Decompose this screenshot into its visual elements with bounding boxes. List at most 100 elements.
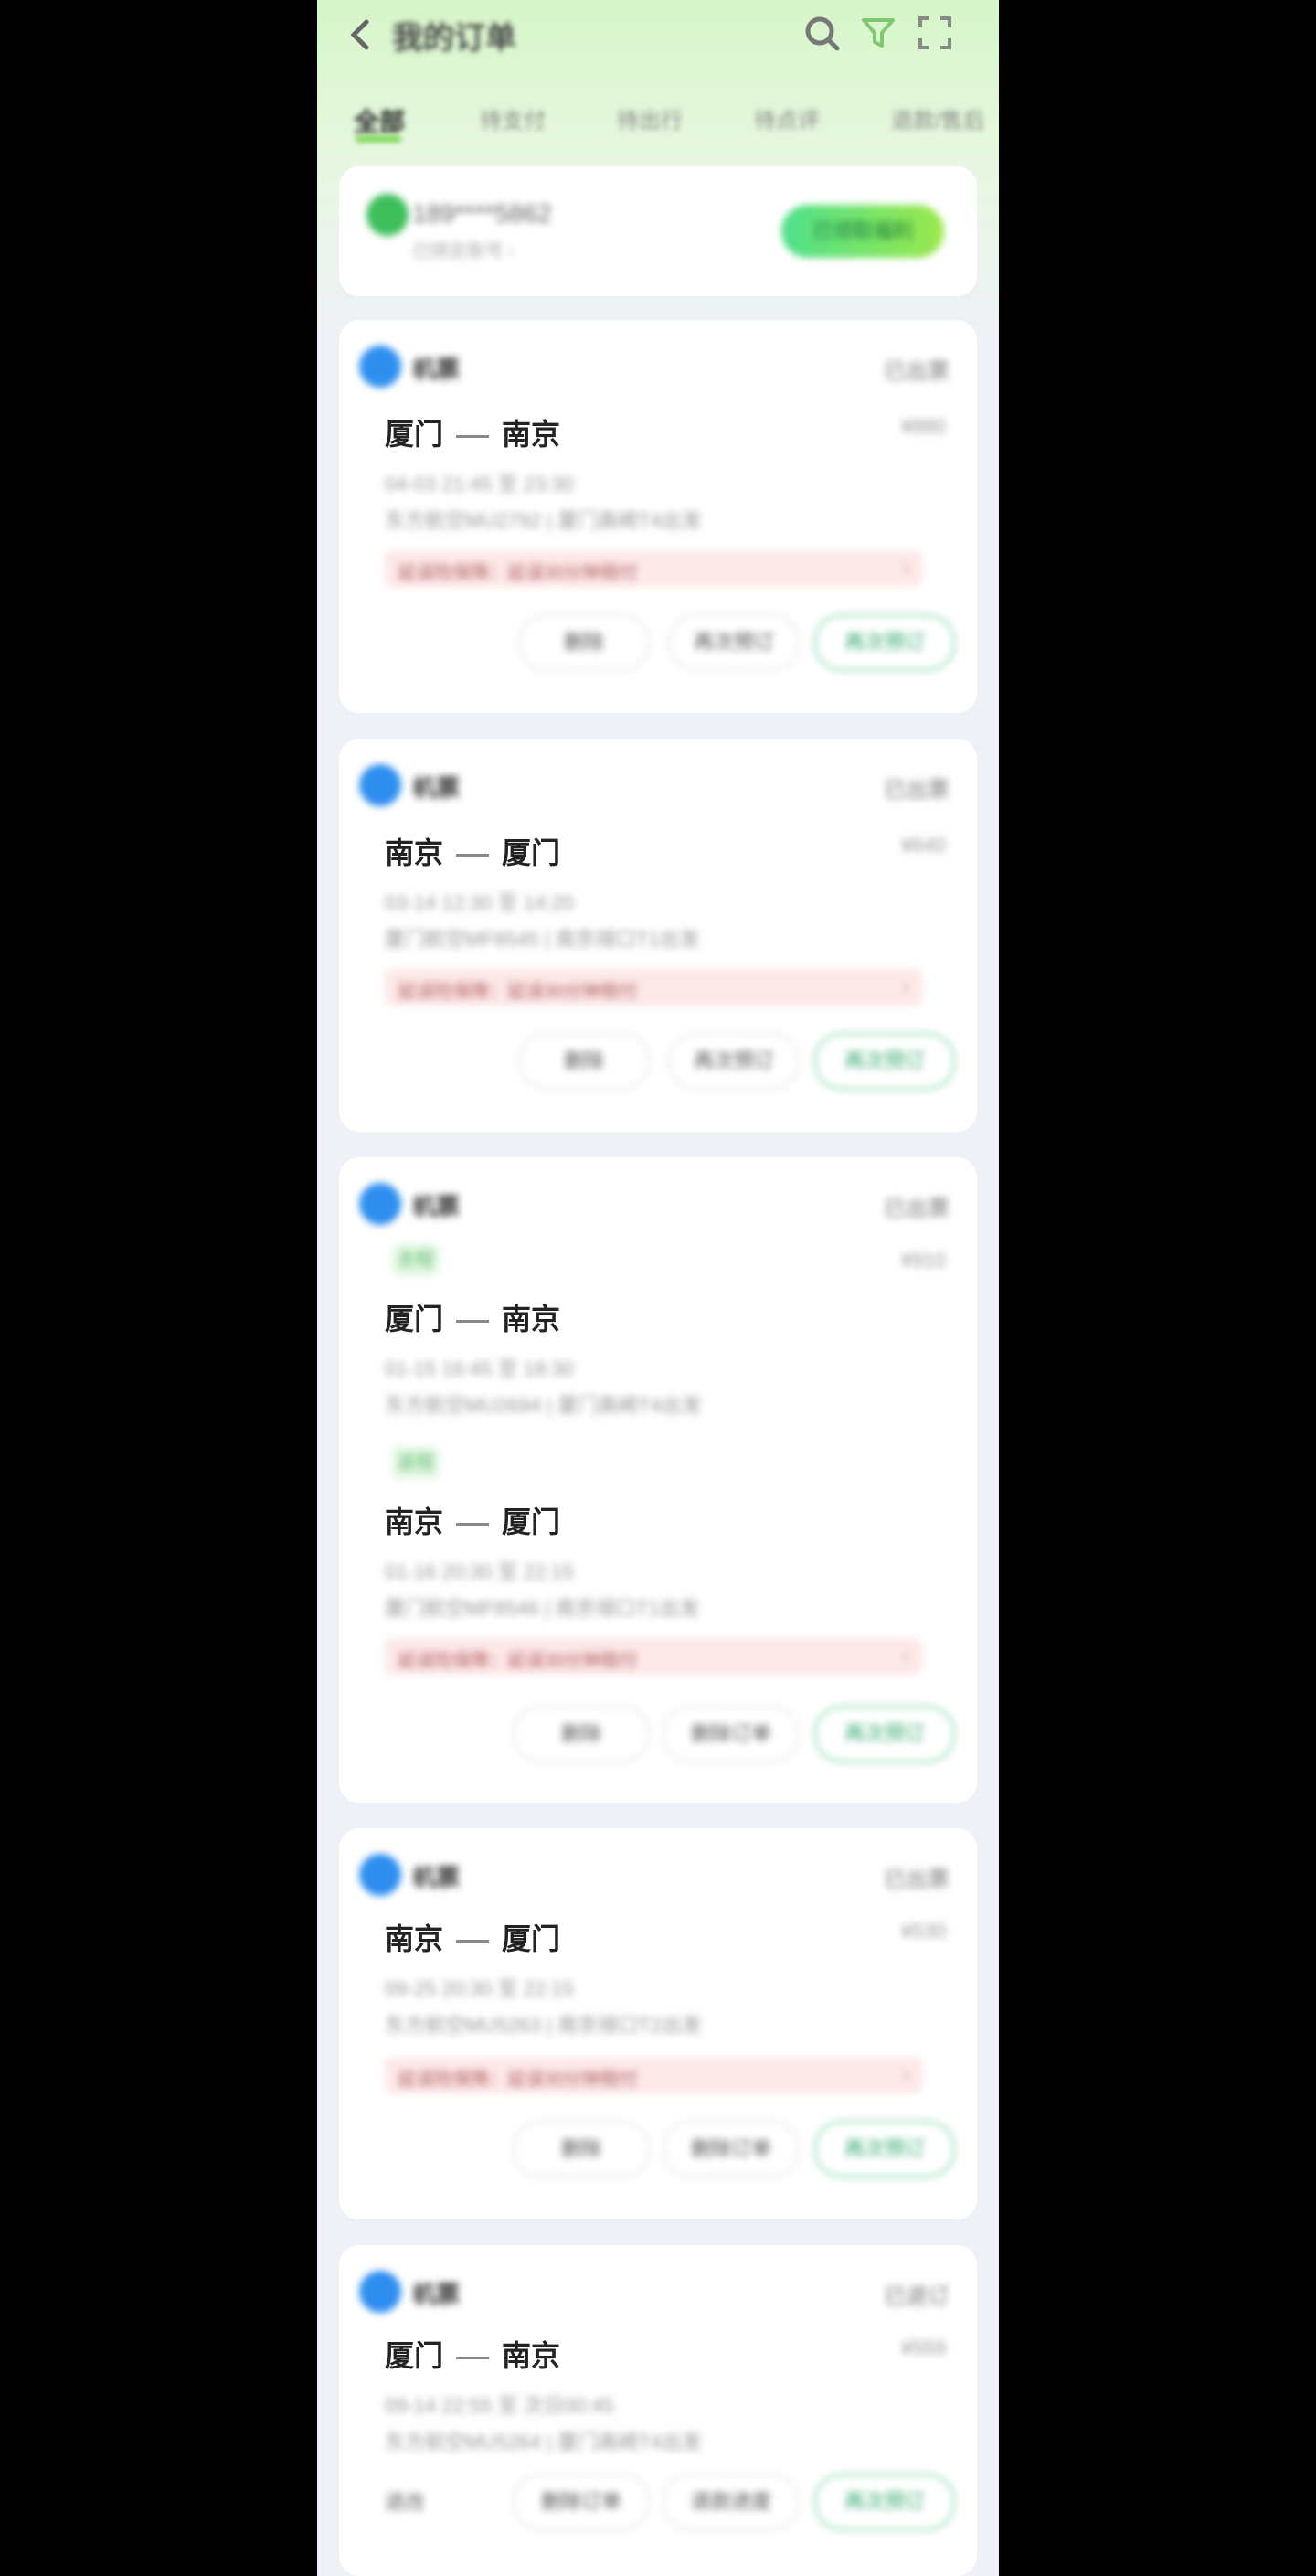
- secondary-button[interactable]: 再次预订: [668, 614, 800, 671]
- refund-progress-button[interactable]: 退款进度: [663, 2474, 800, 2530]
- order-card[interactable]: 机票 已出票 厦门 南京 ¥880 04-03 21:45 至 23:30 东方航…: [339, 320, 977, 713]
- secondary-button[interactable]: 再次预订: [668, 1033, 800, 1090]
- route: 厦门 南京: [385, 1296, 560, 1338]
- order-tabs: 全部 待支付 待出行 待点评 退款/售后: [317, 95, 999, 150]
- rebook-button[interactable]: 再次预订: [814, 1706, 955, 1762]
- rebook-button[interactable]: 再次预订: [814, 2121, 955, 2177]
- airline-icon: [359, 2271, 401, 2313]
- scan-icon[interactable]: [915, 13, 955, 53]
- route-arrow: [456, 854, 490, 857]
- insurance-alert-text: 延误险保障：延误30分钟赔付: [398, 2070, 638, 2090]
- order-card[interactable]: 机票 已出票 去程 ¥910 厦门 南京 01-15 16:45 至 18:30 …: [339, 1157, 977, 1803]
- airline-icon: [359, 1183, 401, 1225]
- route-arrow: [456, 2357, 490, 2360]
- destination-city: 厦门: [502, 1506, 561, 1538]
- leg-tag: 去程: [392, 1243, 440, 1276]
- order-status: 已退订: [884, 2284, 950, 2309]
- route: 南京 厦门: [385, 1499, 560, 1541]
- rebook-button[interactable]: 再次预订: [814, 2474, 955, 2530]
- route-arrow: [456, 1940, 490, 1943]
- order-brand: 机票: [412, 1193, 461, 1220]
- leg-tag: 返程: [392, 1446, 440, 1479]
- insurance-alert-text: 延误险保障：延误30分钟赔付: [398, 982, 638, 1002]
- delete-button[interactable]: 删除: [518, 614, 650, 671]
- filter-icon[interactable]: [858, 13, 898, 53]
- member-card[interactable]: 189****5862 已绑定账号 › 已领取福利: [339, 166, 977, 296]
- flight-time: 09-25 20:30 至 22:15: [385, 1977, 574, 2000]
- route: 厦门 南京: [385, 411, 560, 453]
- origin-city: 厦门: [385, 1303, 444, 1336]
- order-status: 已出票: [884, 359, 950, 384]
- delete-order-button[interactable]: 删除订单: [663, 1706, 800, 1762]
- origin-city: 厦门: [385, 2339, 444, 2372]
- chevron-right-icon: ›: [902, 2062, 909, 2085]
- route: 南京 厦门: [385, 1916, 560, 1958]
- order-status: 已出票: [884, 1197, 950, 1221]
- origin-city: 南京: [385, 836, 444, 869]
- tab-pending-travel[interactable]: 待出行: [617, 102, 683, 134]
- tab-refund[interactable]: 退款/售后: [891, 102, 985, 134]
- order-card[interactable]: 机票 已出票 南京 厦门 ¥530 09-25 20:30 至 22:15 东方航…: [339, 1828, 977, 2219]
- delete-button[interactable]: 删除: [513, 1706, 650, 1762]
- chevron-right-icon: ›: [902, 974, 909, 997]
- search-icon[interactable]: [801, 13, 842, 53]
- destination-city: 厦门: [502, 1922, 561, 1955]
- route: 厦门 南京: [385, 2333, 560, 2375]
- delete-button[interactable]: 删除: [513, 2121, 650, 2177]
- tab-pending-payment[interactable]: 待支付: [480, 102, 546, 134]
- flight-info: 东方航空MU5264 | 厦门高崎T4出发: [385, 2431, 702, 2454]
- route-arrow: [456, 435, 490, 439]
- flight-time: 09-14 22:55 至 次日00:45: [385, 2394, 614, 2417]
- flight-time: 03-14 12:30 至 14:20: [385, 891, 574, 914]
- insurance-alert[interactable]: 延误险保障：延误30分钟赔付 ›: [385, 969, 922, 1006]
- order-status: 已出票: [884, 778, 950, 803]
- insurance-alert-text: 延误险保障：延误30分钟赔付: [398, 563, 638, 583]
- insurance-alert[interactable]: 延误险保障：延误30分钟赔付 ›: [385, 1638, 922, 1675]
- destination-city: 厦门: [502, 836, 561, 869]
- order-price: ¥559: [901, 2336, 946, 2359]
- member-avatar-icon: [366, 194, 409, 236]
- route-arrow: [456, 1320, 490, 1324]
- order-brand: 机票: [412, 774, 461, 802]
- member-phone: 189****5862: [412, 199, 552, 228]
- origin-city: 南京: [385, 1922, 444, 1955]
- insurance-alert[interactable]: 延误险保障：延误30分钟赔付 ›: [385, 550, 922, 587]
- origin-city: 厦门: [385, 418, 444, 451]
- insurance-alert[interactable]: 延误险保障：延误30分钟赔付 ›: [385, 2057, 922, 2093]
- order-price: ¥910: [901, 1249, 946, 1272]
- member-benefit-button[interactable]: 已领取福利: [781, 205, 944, 258]
- flight-info: 厦门航空MF8546 | 南京禄口T1出发: [385, 1597, 700, 1620]
- change-policy-text: 退改: [385, 2491, 426, 2514]
- order-card[interactable]: 机票 已出票 南京 厦门 ¥640 03-14 12:30 至 14:20 厦门航…: [339, 739, 977, 1132]
- page-title: 我的订单: [392, 21, 516, 56]
- destination-city: 南京: [502, 2339, 561, 2372]
- flight-info: 东方航空MU2792 | 厦门高崎T4出发: [385, 509, 702, 532]
- phone-screen: 我的订单 全部 待支付 待出行 待点评 退款/售后 189****5862 已绑…: [317, 0, 999, 2576]
- origin-city: 南京: [385, 1506, 444, 1538]
- insurance-alert-text: 延误险保障：延误30分钟赔付: [398, 1651, 638, 1671]
- chevron-right-icon: ›: [902, 556, 909, 579]
- flight-time: 01-15 16:45 至 18:30: [385, 1357, 574, 1380]
- order-card[interactable]: 机票 已退订 厦门 南京 ¥559 09-14 22:55 至 次日00:45 东…: [339, 2245, 977, 2576]
- delete-order-button[interactable]: 删除订单: [513, 2474, 650, 2530]
- flight-info: 东方航空MU5263 | 南京禄口T2出发: [385, 2014, 702, 2037]
- order-price: ¥530: [901, 1920, 946, 1943]
- airline-icon: [359, 346, 401, 388]
- order-brand: 机票: [412, 1864, 461, 1891]
- flight-info: 厦门航空MF8545 | 南京禄口T1出发: [385, 928, 700, 951]
- route-arrow: [456, 1523, 490, 1527]
- delete-order-button[interactable]: 删除订单: [663, 2121, 800, 2177]
- rebook-button[interactable]: 再次预订: [814, 1033, 955, 1090]
- destination-city: 南京: [502, 1303, 561, 1336]
- chevron-right-icon: ›: [902, 1644, 909, 1666]
- destination-city: 南京: [502, 418, 561, 451]
- tab-all[interactable]: 全部: [354, 102, 405, 139]
- order-brand: 机票: [412, 356, 461, 383]
- tab-pending-review[interactable]: 待点评: [754, 102, 820, 134]
- delete-button[interactable]: 删除: [518, 1033, 650, 1090]
- airline-icon: [359, 764, 401, 806]
- airline-icon: [359, 1854, 401, 1896]
- chevron-left-icon[interactable]: [345, 16, 377, 53]
- rebook-button[interactable]: 再次预订: [814, 614, 955, 671]
- order-status: 已出票: [884, 1868, 950, 1892]
